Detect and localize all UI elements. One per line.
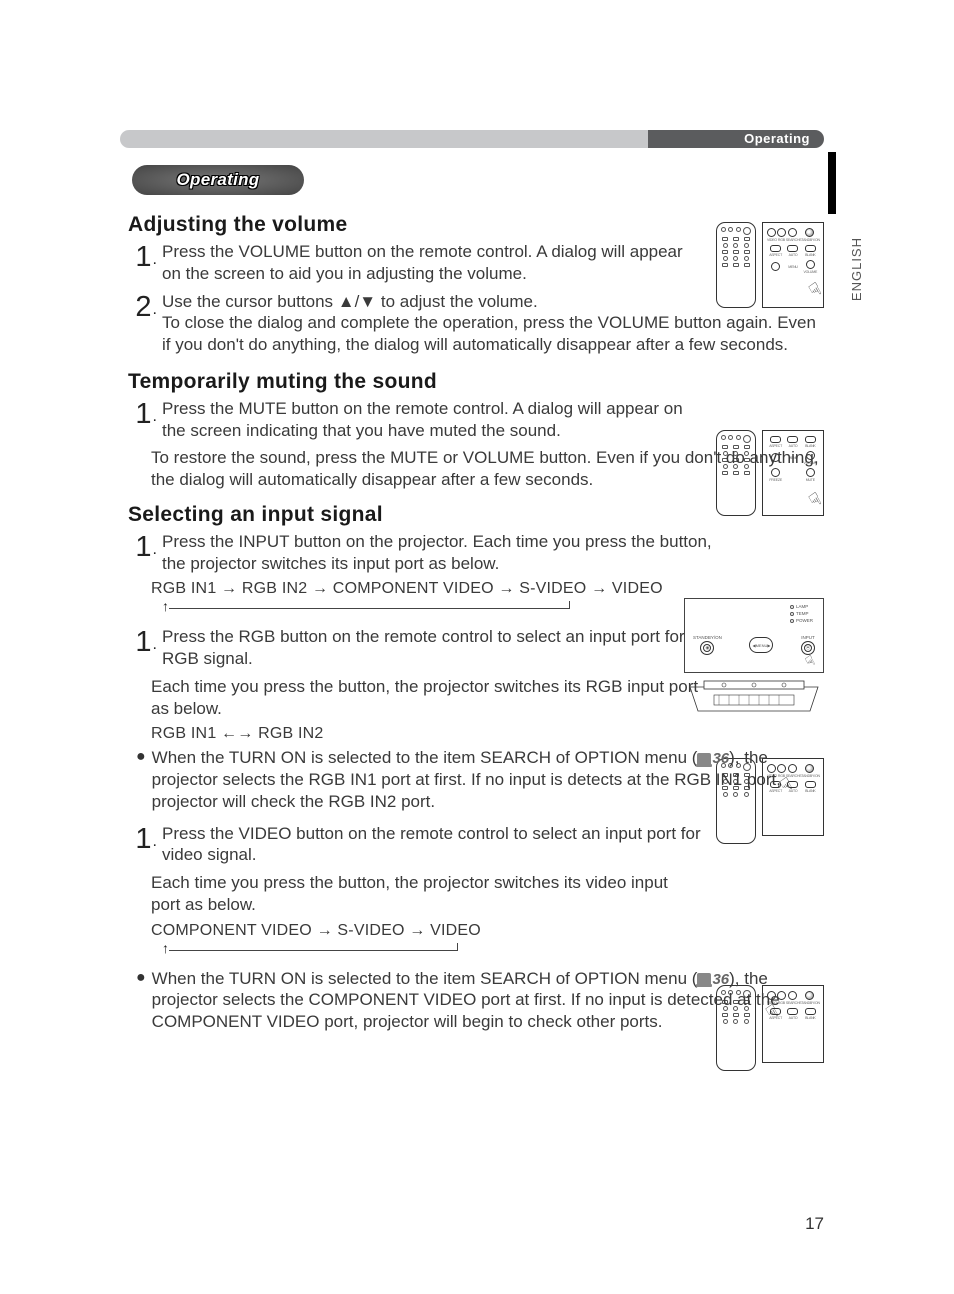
manual-ref-icon	[697, 753, 711, 765]
step-line: To close the dialog and complete the ope…	[162, 313, 816, 354]
loopback-arrow: ↑	[162, 944, 826, 958]
bullet-text: When the TURN ON is selected to the item…	[152, 968, 826, 1033]
heading-volume: Adjusting the volume	[128, 213, 826, 237]
loopback-arrow: ↑	[162, 602, 826, 616]
edge-tab	[828, 152, 836, 214]
step-subtext: Each time you press the button, the proj…	[151, 676, 826, 720]
heading-input: Selecting an input signal	[128, 503, 826, 527]
step-item: 1 Press the VIDEO button on the remote c…	[128, 823, 826, 867]
bullet-item: ● When the TURN ON is selected to the it…	[136, 747, 826, 812]
step-number: 1	[128, 400, 156, 429]
step-text: Press the VIDEO button on the remote con…	[162, 823, 701, 867]
bullet-dot-icon: ●	[136, 747, 146, 812]
step-number: 1	[128, 243, 156, 272]
step-number: 1	[128, 533, 156, 562]
arrow-up-icon: ↑	[162, 940, 169, 956]
manual-ref-number: 36	[712, 750, 729, 767]
header-section-label: Operating	[744, 131, 810, 146]
input-cycle: RGB IN1 → RGB IN2 → COMPONENT VIDEO → S-…	[151, 580, 826, 598]
input-cycle-rgb: RGB IN1 ←→ RGB IN2	[151, 725, 826, 743]
input-cycle-video: COMPONENT VIDEO → S-VIDEO → VIDEO	[151, 922, 826, 940]
step-item: 1 Press the VOLUME button on the remote …	[128, 241, 826, 285]
bullet-text: When the TURN ON is selected to the item…	[152, 747, 826, 812]
step-text: Press the MUTE button on the remote cont…	[162, 398, 701, 442]
step-line: Press the RGB button on the remote contr…	[162, 627, 685, 668]
content-area: Adjusting the volume 1 Press the VOLUME …	[128, 205, 826, 1234]
page-number: 17	[805, 1214, 824, 1234]
bullet-span: When the TURN ON is selected to the item…	[152, 748, 698, 767]
arrow-up-icon: ↑	[162, 598, 169, 614]
manual-page: Operating ENGLISH Operating VIDEO RGB SE…	[0, 0, 954, 1294]
step-number: 2	[128, 293, 156, 322]
step-item: 1 Press the MUTE button on the remote co…	[128, 398, 826, 442]
bullet-dot-icon: ●	[136, 968, 146, 1033]
step-line: Press the VIDEO button on the remote con…	[162, 824, 701, 865]
language-tab: ENGLISH	[849, 237, 864, 301]
step-number: 1	[128, 825, 156, 854]
step-item: 2 Use the cursor buttons ▲/▼ to adjust t…	[128, 291, 826, 356]
step-subtext: Each time you press the button, the proj…	[151, 872, 826, 916]
manual-ref-number: 36	[712, 971, 729, 988]
bullet-item: ● When the TURN ON is selected to the it…	[136, 968, 826, 1033]
step-item: 1 Press the INPUT button on the projecto…	[128, 531, 826, 575]
step-line: Use the cursor buttons ▲/▼ to adjust the…	[162, 292, 538, 311]
step-subtext: To restore the sound, press the MUTE or …	[151, 447, 826, 491]
section-pill-label: Operating	[177, 170, 260, 190]
step-text: Press the INPUT button on the projector.…	[162, 531, 716, 575]
step-item: 1 Press the RGB button on the remote con…	[128, 626, 826, 670]
step-text: Press the VOLUME button on the remote co…	[162, 241, 701, 285]
step-text: Press the RGB button on the remote contr…	[162, 626, 701, 670]
heading-mute: Temporarily muting the sound	[128, 370, 826, 394]
header-top-bar: Operating	[120, 130, 824, 148]
bullet-span: When the TURN ON is selected to the item…	[152, 969, 698, 988]
step-text: Use the cursor buttons ▲/▼ to adjust the…	[162, 291, 826, 356]
step-number: 1	[128, 628, 156, 657]
section-pill: Operating	[132, 165, 304, 195]
manual-ref-icon	[697, 973, 711, 985]
